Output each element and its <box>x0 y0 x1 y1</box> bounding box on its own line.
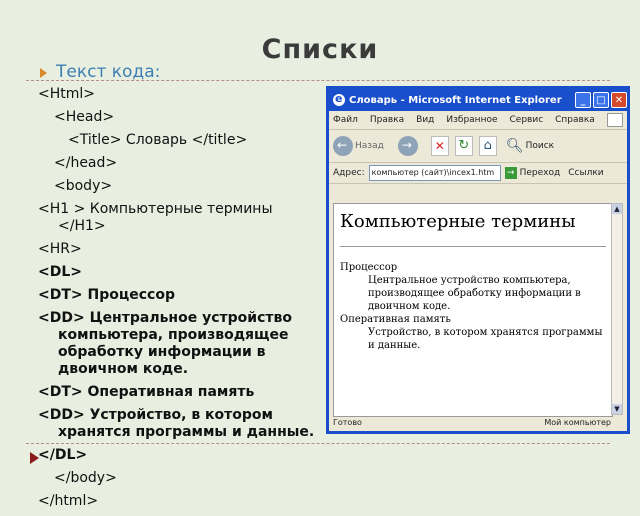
vertical-scrollbar[interactable]: ▲ ▼ <box>611 203 623 415</box>
code-line: <DT> Процессор <box>38 287 175 303</box>
search-button[interactable]: Поиск <box>526 141 555 151</box>
status-bar: Готово Мой компьютер <box>333 415 625 429</box>
browser-titlebar[interactable]: Словарь - Microsoft Internet Explorer _ … <box>329 89 627 111</box>
home-icon[interactable] <box>478 136 497 156</box>
minimize-button[interactable]: _ <box>575 92 591 108</box>
menu-view[interactable]: Вид <box>416 115 434 125</box>
back-icon[interactable] <box>333 136 353 156</box>
status-zone: Мой компьютер <box>544 417 611 427</box>
browser-body: Файл Правка Вид Избранное Сервис Справка… <box>329 111 627 431</box>
scroll-up-icon[interactable]: ▲ <box>612 204 622 214</box>
go-arrow-icon: → <box>504 167 517 179</box>
code-line: <DD> Устройство, в котором хранятся прог… <box>38 407 315 440</box>
ie-logo-icon <box>333 92 345 106</box>
status-done: Готово <box>333 417 362 427</box>
code-line: <body> <box>54 178 113 194</box>
slide-end-arrow-icon[interactable] <box>30 452 39 464</box>
code-line: <DT> Оперативная память <box>38 384 255 400</box>
code-line: </body> <box>54 470 117 486</box>
browser-title: Словарь - Microsoft Internet Explorer <box>349 94 562 106</box>
slide-title: Списки <box>261 34 379 65</box>
bottom-divider <box>26 443 610 444</box>
windows-flag-icon <box>607 113 623 127</box>
code-line: </head> <box>54 155 118 171</box>
back-label[interactable]: Назад <box>355 141 384 151</box>
refresh-icon[interactable] <box>454 136 473 156</box>
code-listing: <Html> <Head> <Title> Словарь </title> <… <box>38 86 320 516</box>
definition-term: Оперативная память <box>340 314 451 325</box>
definition-term: Процессор <box>340 262 398 273</box>
code-line: <Title> Словарь </title> <box>68 132 248 148</box>
address-input[interactable]: компьютер (сайт)\incex1.htm <box>368 165 501 181</box>
page-heading: Компьютерные термины <box>340 211 576 232</box>
menu-file[interactable]: Файл <box>333 115 358 125</box>
scroll-down-icon[interactable]: ▼ <box>612 404 622 414</box>
bullet-heading: Текст кода: <box>56 62 161 82</box>
code-line: </html> <box>38 493 99 509</box>
forward-icon[interactable] <box>397 136 418 156</box>
links-button[interactable]: Ссылки <box>568 168 603 178</box>
go-label: Переход <box>519 168 561 178</box>
close-button[interactable]: ✕ <box>611 92 627 108</box>
menu-favorites[interactable]: Избранное <box>446 115 497 125</box>
definition-description: Центральное устройство компьютера, произ… <box>368 275 581 312</box>
menu-bar: Файл Правка Вид Избранное Сервис Справка <box>329 111 627 130</box>
go-button[interactable]: → Переход <box>504 167 561 179</box>
address-bar: Адрес: компьютер (сайт)\incex1.htm → Пер… <box>329 163 627 184</box>
bullet-arrow-icon <box>40 68 47 78</box>
menu-edit[interactable]: Правка <box>370 115 404 125</box>
code-line: <H1 > Компьютерные термины </H1> <box>38 201 273 234</box>
menu-help[interactable]: Справка <box>555 115 595 125</box>
code-line: <HR> <box>38 241 82 257</box>
page-content: Компьютерные термины Процессор Центральн… <box>333 203 613 417</box>
horizontal-rule <box>340 246 606 247</box>
browser-window: Словарь - Microsoft Internet Explorer _ … <box>326 86 630 434</box>
address-label: Адрес: <box>333 168 365 178</box>
code-line: </DL> <box>38 447 88 463</box>
stop-icon[interactable] <box>430 136 449 156</box>
toolbar: Назад 🔍︎ Поиск <box>329 130 627 163</box>
maximize-button[interactable]: □ <box>593 92 609 108</box>
menu-tools[interactable]: Сервис <box>510 115 544 125</box>
code-line: <DD> Центральное устройство компьютера, … <box>38 310 292 377</box>
code-line: <DL> <box>38 264 83 280</box>
search-icon[interactable]: 🔍︎ <box>506 138 524 154</box>
definition-description: Устройство, в котором хранятся программы… <box>368 327 603 351</box>
code-line: <Head> <box>54 109 115 125</box>
code-line: <Html> <box>38 86 96 102</box>
